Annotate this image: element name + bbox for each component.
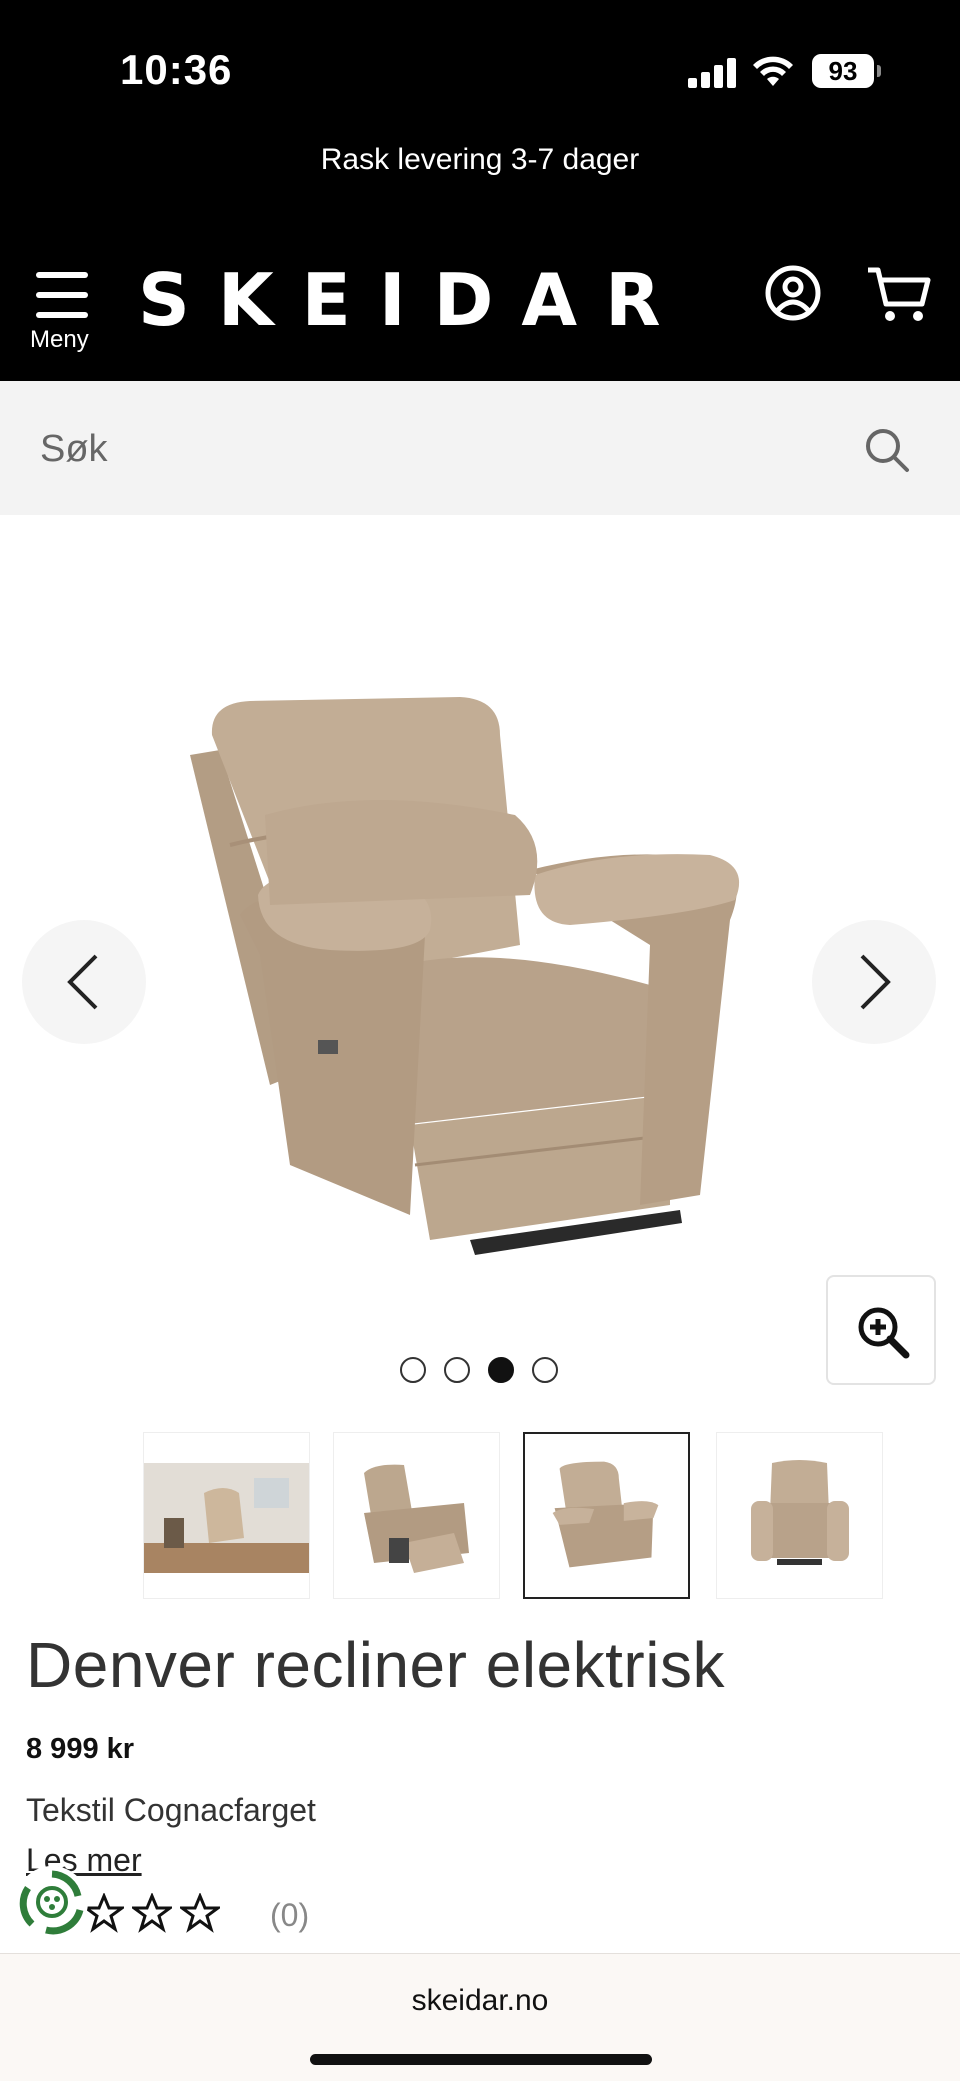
- star-icon: [132, 1893, 172, 1933]
- url-text[interactable]: skeidar.no: [0, 1984, 960, 2018]
- zoom-button[interactable]: [826, 1275, 936, 1385]
- account-icon[interactable]: [764, 264, 822, 322]
- search-icon[interactable]: [864, 427, 910, 473]
- gallery-next-button[interactable]: [812, 920, 936, 1044]
- thumbnail-strip: [143, 1432, 883, 1600]
- eco-badge[interactable]: [16, 1866, 88, 1938]
- rating-count: (0): [270, 1897, 310, 1933]
- gallery-prev-button[interactable]: [22, 920, 146, 1044]
- menu-button[interactable]: Meny: [28, 266, 98, 356]
- home-indicator: [310, 2054, 652, 2065]
- star-icon: [180, 1893, 220, 1933]
- signal-icon: [688, 56, 736, 88]
- product-variant: Tekstil Cognacfarget: [26, 1792, 316, 1828]
- star-icon: [84, 1893, 124, 1933]
- product-title: Denver recliner elektrisk: [26, 1629, 725, 1701]
- thumbnail-active[interactable]: [523, 1432, 690, 1599]
- thumbnail[interactable]: [716, 1432, 883, 1599]
- promo-banner: Rask levering 3-7 dager: [0, 130, 960, 200]
- gallery-pagination: [400, 1357, 570, 1387]
- thumbnail[interactable]: [333, 1432, 500, 1599]
- search-input[interactable]: [40, 419, 820, 479]
- browser-address-bar[interactable]: skeidar.no: [0, 1953, 960, 2081]
- chevron-right-icon: [860, 954, 891, 1010]
- status-bar: 10:36 93: [0, 0, 960, 130]
- status-time: 10:36: [120, 46, 233, 93]
- menu-label: Meny: [30, 326, 89, 353]
- gallery-dot[interactable]: [444, 1357, 470, 1383]
- battery-indicator: 93: [812, 54, 881, 88]
- site-logo[interactable]: SKEIDAR: [138, 258, 689, 342]
- product-gallery: [0, 515, 960, 1415]
- chevron-left-icon: [67, 954, 98, 1010]
- zoom-in-icon: [858, 1307, 910, 1359]
- product-image[interactable]: [170, 695, 790, 1265]
- search-bar: [0, 381, 960, 515]
- gallery-dot-active[interactable]: [488, 1357, 514, 1383]
- site-header: Meny SKEIDAR: [0, 200, 960, 381]
- wifi-icon: [753, 56, 793, 86]
- gallery-dot[interactable]: [400, 1357, 426, 1383]
- gallery-dot[interactable]: [532, 1357, 558, 1383]
- thumbnail[interactable]: [143, 1432, 310, 1599]
- product-price: 8 999 kr: [26, 1733, 135, 1765]
- cart-icon[interactable]: [866, 264, 932, 324]
- eco-recycle-icon: [19, 1870, 84, 1935]
- menu-icon: [36, 272, 88, 318]
